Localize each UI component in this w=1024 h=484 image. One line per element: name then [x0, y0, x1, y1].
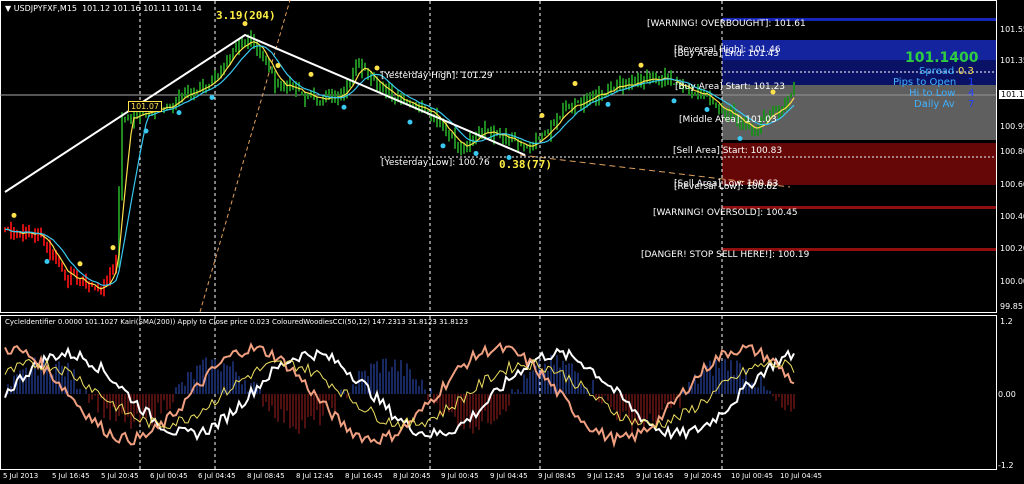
signal-dot-buy — [473, 150, 479, 156]
x-tick: 9 Jul 08:45 — [538, 472, 576, 480]
level-oversold: [WARNING! OVERSOLD]: 100.45 — [653, 208, 798, 218]
daily-av-label: Daily Av — [914, 99, 955, 110]
x-tick: 5 Jul 2013 — [3, 472, 39, 480]
level-yesterday-high: [Yesterday High]: 101.29 — [381, 71, 493, 81]
y-tick: 100.20 — [1000, 244, 1024, 253]
level-sell-area-start: [Sell Area] Start: 100.83 — [673, 146, 783, 156]
signal-dot-sell — [308, 71, 314, 77]
x-tick: 8 Jul 16:45 — [345, 472, 383, 480]
level-stop-sell: [DANGER! STOP SELL HERE!]: 100.19 — [641, 250, 810, 260]
signal-dot-sell — [638, 62, 644, 68]
signal-dot-sell — [11, 212, 17, 218]
signal-dot-buy — [671, 98, 677, 104]
x-tick: 6 Jul 00:45 — [150, 472, 188, 480]
signal-dot-buy — [605, 101, 611, 107]
x-tick: 8 Jul 20:45 — [393, 472, 431, 480]
signal-dot-buy — [407, 119, 413, 125]
spread-label: Spread — [919, 66, 955, 77]
signal-dot-buy — [209, 94, 215, 100]
x-tick: 10 Jul 00:45 — [731, 472, 773, 480]
level-overbought: [WARNING! OVERBOUGHT]: 101.61 — [647, 19, 806, 29]
low-price: 101.11 — [143, 4, 172, 13]
indicator-y-tick: 0.00 — [998, 390, 1016, 399]
y-tick: 100.40 — [1000, 212, 1024, 221]
signal-dot-buy — [704, 106, 710, 112]
signal-dot-buy — [44, 258, 50, 264]
level-buy-area-start: [Buy Area] Start: 101.23 — [675, 82, 786, 92]
x-tick: 6 Jul 04:45 — [198, 472, 236, 480]
symbol: USDJPYFXF,M15 — [13, 4, 77, 13]
x-tick: 5 Jul 16:45 — [52, 472, 90, 480]
signal-dot-sell — [572, 81, 578, 87]
x-tick: 9 Jul 04:45 — [490, 472, 528, 480]
x-tick: 10 Jul 04:45 — [780, 472, 822, 480]
hi-to-low-value: 4 — [968, 88, 975, 99]
pips-to-open-label: Pips to Open — [893, 77, 957, 88]
indicator-panel-frame — [0, 315, 997, 470]
signal-dot-sell — [275, 63, 281, 69]
symbol-header: ▼ USDJPYFXF,M15 101.12 101.16 101.11 101… — [5, 4, 202, 13]
x-tick: 9 Jul 20:45 — [684, 472, 722, 480]
level-yesterday-low: [Yesterday Low]: 100.76 — [381, 158, 490, 168]
spread-value: 0.3 — [958, 66, 974, 77]
signal-dot-buy — [143, 128, 149, 134]
open-price: 101.12 — [82, 4, 111, 13]
x-tick: 8 Jul 08:45 — [247, 472, 285, 480]
x-tick: 9 Jul 12:45 — [587, 472, 625, 480]
indicator-y-tick: -1.2 — [998, 461, 1014, 470]
daily-av-value: 7 — [968, 99, 975, 110]
signal-dot-buy — [737, 135, 743, 141]
level-reversal-low: [Reversal Low]: 100.62 — [674, 182, 778, 192]
y-tick: 99.85 — [1000, 302, 1023, 311]
current-price-display: 101.1400 — [905, 50, 979, 66]
signal-dot-sell — [110, 245, 116, 251]
level-middle-area: [Middle Area]: 101.03 — [679, 115, 777, 125]
price-marker-box: 101.07 — [128, 101, 162, 112]
chart-canvas[interactable] — [0, 0, 1024, 484]
current-price-box: 101.14 — [999, 90, 1024, 99]
zigzag-label-high: 3.19(204) — [216, 9, 276, 22]
hi-to-low-label: Hi to Low — [909, 88, 956, 99]
x-tick: 8 Jul 12:45 — [296, 472, 334, 480]
x-tick: 5 Jul 20:45 — [101, 472, 139, 480]
y-tick: 101.55 — [1000, 25, 1024, 34]
zigzag-label-low: 0.38(77) — [499, 158, 552, 171]
x-tick: 9 Jul 00:45 — [441, 472, 479, 480]
signal-dot-buy — [440, 143, 446, 149]
signal-dot-sell — [539, 113, 545, 119]
y-tick: 100.80 — [1000, 147, 1024, 156]
signal-dot-buy — [176, 110, 182, 116]
indicator-y-tick: 1.2 — [1000, 317, 1013, 326]
y-tick: 100.60 — [1000, 180, 1024, 189]
y-tick: 100.95 — [1000, 122, 1024, 131]
high-price: 101.16 — [112, 4, 141, 13]
signal-dot-sell — [77, 261, 83, 267]
close-price: 101.14 — [173, 4, 202, 13]
level-buy-area-end: [Buy Area] End: 101.43 — [674, 49, 780, 59]
signal-dot-sell — [374, 65, 380, 71]
y-tick: 100.00 — [1000, 277, 1024, 286]
signal-dot-buy — [341, 104, 347, 110]
pips-to-open-value: 1 — [968, 77, 975, 88]
indicator-legend: CycleIdentifier 0.0000 101.1027 Kairi(SM… — [5, 318, 469, 326]
x-tick: 9 Jul 16:45 — [636, 472, 674, 480]
y-tick: 101.35 — [1000, 56, 1024, 65]
